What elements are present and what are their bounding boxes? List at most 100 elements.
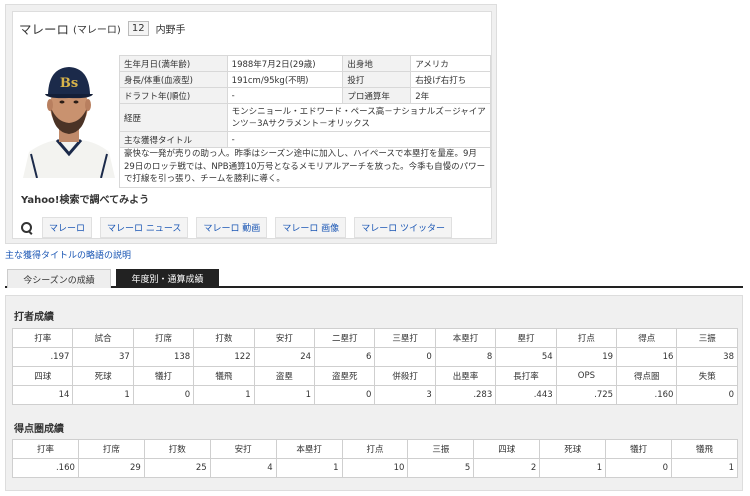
stat-header-cell: 塁打: [495, 328, 557, 348]
stat-value-cell: 1: [253, 385, 316, 405]
tab-current-season[interactable]: 今シーズンの成績: [7, 269, 111, 288]
stat-value-cell: .725: [555, 385, 618, 405]
stat-header-cell: 三塁打: [374, 328, 436, 348]
stat-value-cell: .443: [495, 385, 557, 405]
draft-label: ドラフト年(順位): [119, 87, 228, 104]
stat-value-cell: 38: [676, 347, 738, 367]
stat-header-cell: 本塁打: [275, 439, 343, 459]
stat-value-cell: 1: [671, 458, 738, 478]
stat-header-cell: 安打: [209, 439, 277, 459]
stat-header-cell: 長打率: [495, 366, 557, 386]
player-portrait-image: Bs: [21, 50, 117, 178]
stat-value-cell: 10: [341, 458, 409, 478]
origin-label: 出身地: [342, 55, 412, 72]
stat-header-cell: 得点圏: [616, 366, 678, 386]
stat-value-cell: 0: [132, 385, 195, 405]
stat-value-cell: .197: [11, 347, 74, 367]
yahoo-search-title: Yahoo!検索で調べてみよう: [21, 195, 150, 206]
stat-header-cell: 打率: [11, 328, 74, 348]
svg-text:Bs: Bs: [60, 76, 78, 91]
stat-value-cell: 5: [407, 458, 475, 478]
stat-value-cell: .160: [12, 458, 79, 478]
stat-header-cell: 打数: [193, 328, 255, 348]
player-description: 豪快な一発が売りの助っ人。昨季はシーズン途中に加入し、ハイペースで本塁打を量産。…: [119, 147, 491, 188]
stat-header-cell: 出塁率: [434, 366, 497, 386]
stat-header-cell: 打点: [341, 439, 409, 459]
player-position: 内野手: [155, 25, 186, 36]
search-link-video[interactable]: マレーロ 動画: [196, 217, 268, 238]
stat-value-cell: 16: [616, 347, 678, 367]
draft-value: -: [226, 87, 344, 104]
stat-header-cell: 本塁打: [434, 328, 497, 348]
stat-value-cell: 1: [539, 458, 607, 478]
stat-value-cell: 37: [72, 347, 134, 367]
stat-header-cell: 打率: [12, 439, 79, 459]
stat-header-cell: OPS: [555, 366, 618, 386]
stat-header-cell: 死球: [72, 366, 134, 386]
stat-value-cell: 0: [374, 347, 436, 367]
stat-header-cell: 犠打: [132, 366, 195, 386]
body-label: 身長/体重(血液型): [119, 71, 228, 88]
stat-value-cell: 29: [77, 458, 145, 478]
title-abbreviation-link[interactable]: 主な獲得タイトルの略語の説明: [5, 248, 131, 261]
career-label: 経歴: [119, 103, 228, 132]
search-link-news[interactable]: マレーロ ニュース: [100, 217, 189, 238]
search-link-twitter[interactable]: マレーロ ツイッター: [354, 217, 453, 238]
profile-inner: マレーロ (マレーロ) 12 内野手 Bs 生年月日(満年齢) 1988年7月2…: [12, 11, 492, 239]
stat-value-cell: 2: [473, 458, 541, 478]
stat-header-cell: 盗塁死: [314, 366, 376, 386]
scoring-position-table: 打率 打席 打数 安打 本塁打 打点 三振 四球 死球 犠打 犠飛 .160 29 25 4 1 10 5 2 1 0…: [12, 439, 738, 478]
birth-label: 生年月日(満年齢): [119, 55, 228, 72]
stat-header-cell: 試合: [72, 328, 134, 348]
stat-value-cell: 14: [11, 385, 74, 405]
stat-header-cell: 死球: [539, 439, 607, 459]
stat-value-cell: 122: [193, 347, 255, 367]
player-kana: (マレーロ): [73, 25, 121, 36]
stat-header-cell: 併殺打: [374, 366, 436, 386]
search-link-image[interactable]: マレーロ 画像: [275, 217, 347, 238]
body-value: 191cm/95kg(不明): [226, 71, 344, 88]
stat-header-cell: 犠打: [605, 439, 673, 459]
stat-header-cell: 打席: [77, 439, 145, 459]
stat-header-cell: 得点: [616, 328, 678, 348]
stat-value-cell: 4: [209, 458, 277, 478]
batting-stats-table: 打率 試合 打席 打数 安打 二塁打 三塁打 本塁打 塁打 打点 得点 三振 .197 37 138 122…: [11, 328, 738, 405]
pro-years-value: 2年: [410, 87, 491, 104]
stat-header-cell: 三振: [676, 328, 738, 348]
pro-years-label: プロ通算年: [342, 87, 412, 104]
stat-header-cell: 四球: [11, 366, 74, 386]
player-info-table: 生年月日(満年齢) 1988年7月2日(29歳) 出身地 アメリカ 身長/体重(…: [119, 55, 492, 148]
career-value: モンシニョール・エドワード・ペース高－ナショナルズ－ジャイアンツ－3Aサクラメン…: [226, 103, 492, 132]
stat-value-cell: 0: [605, 458, 673, 478]
stats-panel: 打者成績 打率 試合 打席 打数 安打 二塁打 三塁打 本塁打 塁打 打点 得点 三振 .197 37 1…: [5, 295, 743, 491]
uniform-number-badge: 12: [127, 21, 149, 36]
stat-value-cell: 0: [676, 385, 738, 405]
scoring-section-title: 得点圏成績: [14, 424, 64, 435]
stat-value-cell: 6: [314, 347, 376, 367]
search-link-name[interactable]: マレーロ: [42, 217, 93, 238]
tab-yearly-stats[interactable]: 年度別・通算成績: [116, 269, 219, 288]
stat-value-cell: 1: [275, 458, 343, 478]
stat-header-cell: 打点: [555, 328, 618, 348]
stat-header-cell: 打席: [132, 328, 195, 348]
stat-header-cell: 失策: [676, 366, 738, 386]
player-name: マレーロ: [19, 22, 70, 37]
stat-header-cell: 二塁打: [314, 328, 376, 348]
stat-value-cell: .283: [434, 385, 497, 405]
bats-value: 右投げ右打ち: [410, 71, 491, 88]
stat-value-cell: 0: [314, 385, 376, 405]
stat-header-cell: 打数: [143, 439, 211, 459]
stat-header-cell: 犠飛: [193, 366, 255, 386]
stat-value-cell: 138: [132, 347, 195, 367]
stat-header-cell: 四球: [473, 439, 541, 459]
origin-value: アメリカ: [410, 55, 491, 72]
stat-header-cell: 犠飛: [671, 439, 738, 459]
search-icon: [21, 221, 33, 234]
stats-tabs: 今シーズンの成績 年度別・通算成績: [5, 266, 743, 288]
stat-value-cell: 19: [555, 347, 618, 367]
search-links-row: マレーロ マレーロ ニュース マレーロ 動画 マレーロ 画像 マレーロ ツイッタ…: [21, 217, 453, 238]
birth-value: 1988年7月2日(29歳): [226, 55, 344, 72]
stat-value-cell: .160: [616, 385, 678, 405]
stat-header-cell: 盗塁: [253, 366, 316, 386]
stat-header-cell: 三振: [407, 439, 475, 459]
